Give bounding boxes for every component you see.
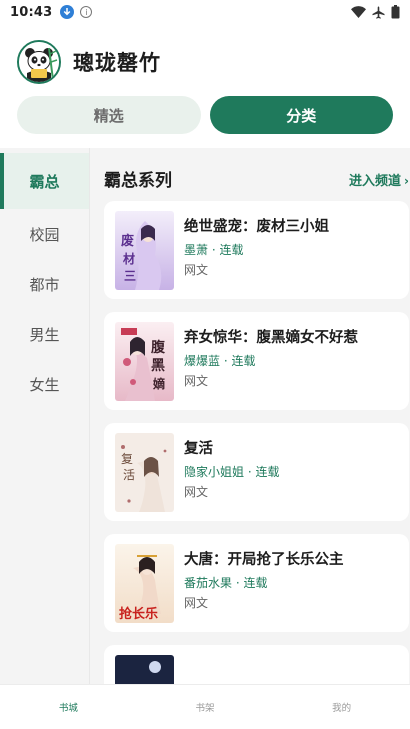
sidebar-item-female[interactable]: 女生 bbox=[0, 359, 89, 409]
sidebar-item-campus[interactable]: 校园 bbox=[0, 209, 89, 259]
svg-text:三: 三 bbox=[124, 269, 136, 283]
book-title: 弃女惊华：腹黑嫡女不好惹 bbox=[184, 330, 358, 346]
book-cover bbox=[115, 655, 174, 684]
nav-bookstore[interactable]: 书城 bbox=[0, 685, 137, 729]
book-genre: 网文 bbox=[184, 485, 209, 499]
book-card[interactable]: 复 活 复活 隐家小姐姐 · 连载 网文 bbox=[104, 423, 409, 521]
book-card[interactable]: 废 材 三 绝世盛宠：废材三小姐 墨萧 · 连载 网文 bbox=[104, 201, 409, 299]
book-author-status: 隐家小姐姐 · 连载 bbox=[184, 465, 280, 479]
content-area: 霸总 校园 都市 男生 女生 霸总系列 进入频道 › 废 材 三 绝世盛宠：废材… bbox=[0, 148, 410, 684]
section-header: 霸总系列 进入频道 › bbox=[91, 166, 410, 194]
book-title: 复活 bbox=[184, 441, 213, 457]
enter-channel-label: 进入频道 bbox=[349, 174, 402, 189]
book-author-status: 番茄水果 · 连载 bbox=[184, 576, 268, 590]
book-genre: 网文 bbox=[184, 374, 209, 388]
svg-text:腹: 腹 bbox=[151, 339, 166, 356]
book-list-panel: 霸总系列 进入频道 › 废 材 三 绝世盛宠：废材三小姐 墨萧 · 连载 网文 … bbox=[91, 148, 410, 684]
svg-text:黑: 黑 bbox=[151, 358, 165, 374]
book-author-status: 爆爆蓝 · 连载 bbox=[184, 354, 256, 368]
enter-channel-link[interactable]: 进入频道 › bbox=[349, 170, 409, 189]
airplane-icon bbox=[372, 6, 385, 19]
app-title: 璁珑罄竹 bbox=[73, 51, 161, 75]
book-author-status: 墨萧 · 连载 bbox=[184, 243, 244, 257]
tab-categories[interactable]: 分类 bbox=[209, 96, 393, 134]
book-cover: 抢长乐 bbox=[115, 544, 174, 623]
chevron-right-icon: › bbox=[404, 174, 409, 188]
book-card[interactable]: 腹 黑 嫡 弃女惊华：腹黑嫡女不好惹 爆爆蓝 · 连载 网文 bbox=[104, 312, 409, 410]
top-tabs: 精选 分类 bbox=[17, 96, 393, 134]
status-bar: 10:43 i bbox=[0, 0, 410, 24]
category-sidebar: 霸总 校园 都市 男生 女生 bbox=[0, 148, 90, 684]
wifi-icon bbox=[351, 6, 366, 18]
book-genre: 网文 bbox=[184, 596, 209, 610]
info-icon: i bbox=[80, 6, 93, 18]
nav-bookshelf[interactable]: 书架 bbox=[137, 685, 274, 729]
svg-text:废: 废 bbox=[121, 233, 134, 249]
book-title: 大唐：开局抢了长乐公主 bbox=[184, 552, 344, 568]
bottom-nav: 书城 书架 我的 bbox=[0, 684, 410, 729]
battery-icon bbox=[391, 5, 400, 19]
book-genre: 网文 bbox=[184, 263, 209, 277]
svg-text:活: 活 bbox=[123, 468, 135, 482]
svg-text:材: 材 bbox=[122, 251, 135, 266]
nav-profile[interactable]: 我的 bbox=[273, 685, 410, 729]
sidebar-item-urban[interactable]: 都市 bbox=[0, 259, 89, 309]
panda-avatar-icon[interactable] bbox=[17, 40, 61, 84]
tab-featured[interactable]: 精选 bbox=[17, 96, 201, 134]
svg-text:嫡: 嫡 bbox=[153, 376, 165, 391]
sidebar-item-male[interactable]: 男生 bbox=[0, 309, 89, 359]
book-card[interactable]: 抢长乐 大唐：开局抢了长乐公主 番茄水果 · 连载 网文 bbox=[104, 534, 409, 632]
svg-text:复: 复 bbox=[121, 452, 133, 466]
app-header: 璁珑罄竹 bbox=[0, 34, 410, 90]
status-time: 10:43 bbox=[10, 4, 53, 20]
book-title: 绝世盛宠：废材三小姐 bbox=[184, 219, 329, 235]
book-cover: 腹 黑 嫡 bbox=[115, 322, 174, 401]
book-card-partial[interactable] bbox=[104, 645, 409, 684]
download-icon bbox=[60, 5, 75, 19]
section-title: 霸总系列 bbox=[104, 171, 172, 191]
book-cover: 复 活 bbox=[115, 433, 174, 512]
book-cover: 废 材 三 bbox=[115, 211, 174, 290]
svg-text:抢长乐: 抢长乐 bbox=[119, 606, 158, 622]
sidebar-item-bazong[interactable]: 霸总 bbox=[0, 153, 89, 209]
